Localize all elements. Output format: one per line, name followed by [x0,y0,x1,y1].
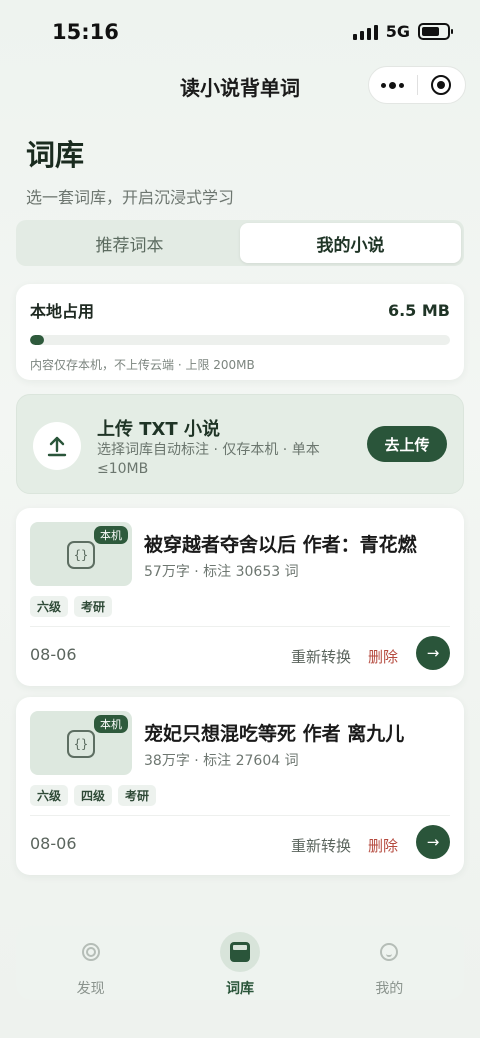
tag: 四级 [74,785,113,806]
novel-card[interactable]: {} 本机 宠妃只想混吃等死 作者 离九儿 38万字 · 标注 27604 词 … [16,697,464,875]
segment-tabs: 推荐词本 我的小说 [16,220,464,266]
arrow-right-icon: → [426,644,440,662]
reconvert-button[interactable]: 重新转换 [291,646,351,667]
storage-label: 本地占用 [30,302,95,321]
navigation-bar: 读小说背单词 [0,64,480,108]
code-braces-icon: {} [67,541,95,569]
status-bar: 15:16 5G [0,0,480,64]
delete-button[interactable]: 删除 [368,835,398,856]
open-novel-button[interactable]: → [416,825,450,859]
open-novel-button[interactable]: → [416,636,450,670]
divider [30,626,450,627]
signal-icon [352,24,378,40]
storage-progress-fill [30,335,44,345]
profile-icon [380,943,399,961]
more-dots-icon [381,81,405,89]
library-icon [229,942,250,962]
tag: 考研 [74,596,113,617]
novel-cover: {} 本机 [30,711,132,775]
local-badge: 本机 [94,715,128,733]
novel-cover: {} 本机 [30,522,132,586]
storage-card: 本地占用 6.5 MB 内容仅存本机，不上传云端 · 上限 200MB [16,284,464,380]
more-button[interactable] [369,67,417,103]
bottom-tab-bar: 发现 词库 我的 [16,926,464,1000]
status-time: 15:16 [52,20,119,44]
tag: 考研 [118,785,157,806]
mini-program-capsule [368,66,466,104]
storage-value: 6.5 MB [387,300,450,320]
novel-meta: 38万字 · 标注 27604 词 [144,753,299,769]
page-header: 词库 选一套词库，开启沉浸式学习 [26,132,234,208]
local-badge: 本机 [94,526,128,544]
novel-tags: 六级 考研 [30,596,113,617]
novel-title: 被穿越者夺舍以后 作者：青花燃 [144,534,417,556]
novel-tags: 六级 四级 考研 [30,785,157,806]
arrow-right-icon: → [426,833,440,851]
novel-meta: 57万字 · 标注 30653 词 [144,564,299,580]
tabbar-item-discover[interactable]: 发现 [16,926,165,1000]
novel-date: 08-06 [30,645,77,664]
novel-date: 08-06 [30,834,77,853]
upload-button[interactable]: 去上传 [367,426,447,462]
tabbar-label: 我的 [375,981,404,997]
code-braces-icon: {} [67,730,95,758]
upload-card[interactable]: 上传 TXT 小说 选择词库自动标注 · 仅存本机 · 单本≤10MB 去上传 [16,394,464,494]
upload-icon [33,422,81,470]
tab-my-novels[interactable]: 我的小说 [240,223,461,263]
battery-icon [418,23,453,40]
storage-progress-bar [30,335,450,345]
tag: 六级 [30,596,69,617]
discover-icon [81,943,100,961]
page-subtitle: 选一套词库，开启沉浸式学习 [26,188,235,207]
page-title: 词库 [26,138,85,172]
novel-title: 宠妃只想混吃等死 作者 离九儿 [144,723,405,745]
reconvert-button[interactable]: 重新转换 [291,835,351,856]
tag: 六级 [30,785,69,806]
storage-note: 内容仅存本机，不上传云端 · 上限 200MB [30,358,255,372]
novel-card[interactable]: {} 本机 被穿越者夺舍以后 作者：青花燃 57万字 · 标注 30653 词 … [16,508,464,686]
tabbar-item-library[interactable]: 词库 [165,926,314,1000]
target-icon [431,75,452,95]
tabbar-label: 发现 [76,981,105,997]
status-indicators: 5G [352,22,453,41]
close-mini-program-button[interactable] [417,67,465,103]
upload-description: 选择词库自动标注 · 仅存本机 · 单本≤10MB [97,442,320,477]
upload-title: 上传 TXT 小说 [97,419,220,440]
divider [30,815,450,816]
tab-recommended[interactable]: 推荐词本 [19,223,240,263]
tabbar-item-profile[interactable]: 我的 [315,926,464,1000]
tabbar-label: 词库 [225,981,254,997]
network-type: 5G [385,22,410,41]
delete-button[interactable]: 删除 [368,646,398,667]
